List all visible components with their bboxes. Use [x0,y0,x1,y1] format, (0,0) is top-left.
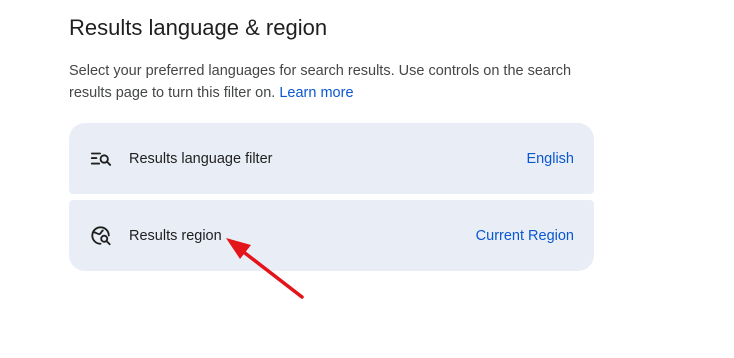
learn-more-link[interactable]: Learn more [279,85,353,101]
region-search-icon [91,225,111,245]
results-region-row[interactable]: Results region Current Region [69,200,594,271]
section-title: Results language & region [69,15,328,40]
results-language-filter-label: Results language filter [129,150,273,167]
language-region-card: Results language filter English Results … [69,123,594,271]
results-language-filter-row[interactable]: Results language filter English [69,123,594,194]
section-description: Select your preferred languages for sear… [69,60,589,104]
results-region-value[interactable]: Current Region [476,228,574,244]
results-language-filter-value[interactable]: English [526,151,574,167]
results-region-label: Results region [129,227,222,244]
language-filter-icon [90,152,112,166]
